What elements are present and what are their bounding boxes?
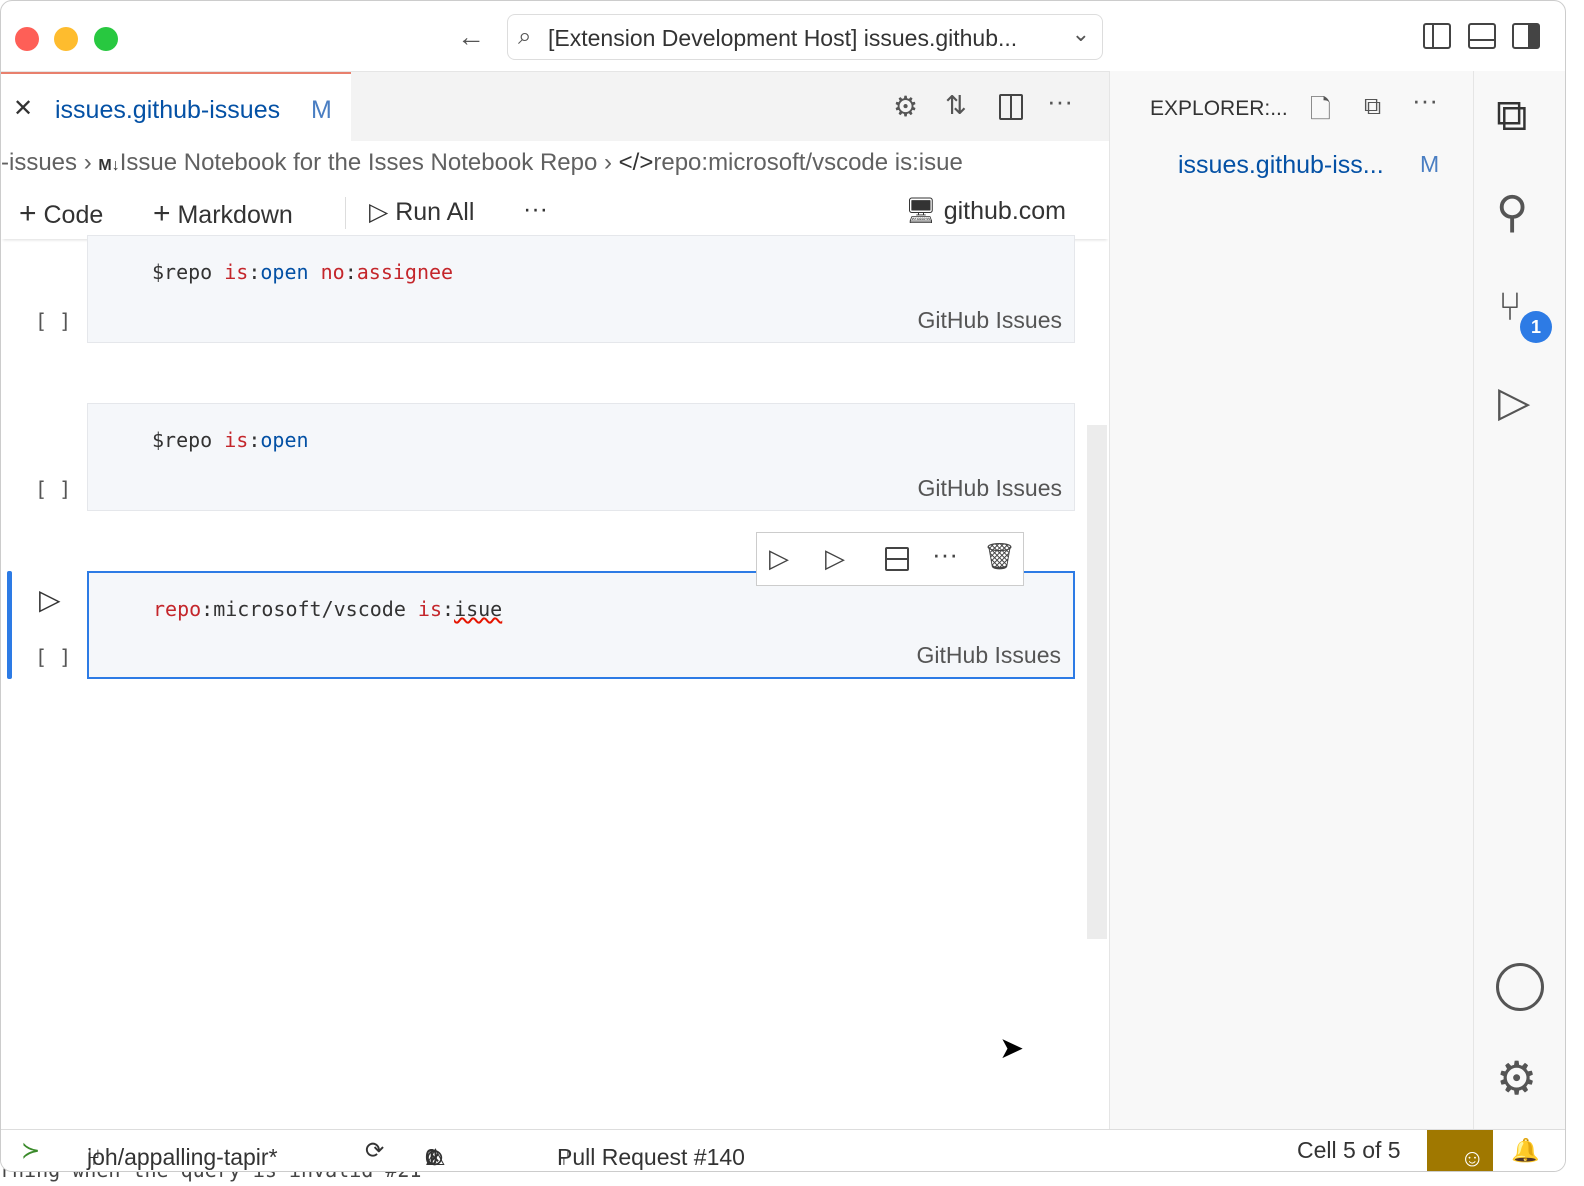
button-label: Markdown bbox=[177, 201, 293, 229]
command-center[interactable]: ⌕ [Extension Development Host] issues.gi… bbox=[507, 14, 1103, 60]
modified-badge: M bbox=[311, 96, 332, 124]
status-bar: ≻ ⑂ joh/appalling-tapir* ⟳ ⊗ 1 ⚠ 0 ⑂ Pul… bbox=[1, 1129, 1565, 1172]
markdown-icon: M↓ bbox=[98, 157, 120, 174]
cell-language[interactable]: GitHub Issues bbox=[918, 475, 1062, 502]
notebook-toolbar: + Code + Markdown ▷ Run All ··· 🖥 github… bbox=[1, 193, 1109, 239]
copilot-button[interactable]: ☺ bbox=[1427, 1130, 1493, 1172]
cell-language[interactable]: GitHub Issues bbox=[918, 307, 1062, 334]
notebook-cell[interactable]: $repo is:open GitHub Issues bbox=[87, 403, 1075, 511]
cell-code[interactable]: $repo is:open no:assignee bbox=[152, 260, 453, 284]
source-control-icon[interactable]: ⑂ bbox=[1498, 285, 1522, 330]
more-icon[interactable]: ··· bbox=[932, 539, 958, 570]
editor-scrollbar[interactable] bbox=[1087, 425, 1107, 939]
toggle-secondary-sidebar-icon[interactable] bbox=[1512, 23, 1540, 49]
breadcrumb-item[interactable]: -issues bbox=[1, 149, 77, 176]
tab-issues-github-issues[interactable]: ✕ issues.github-issues M bbox=[1, 72, 351, 142]
run-all-icon: ▷ bbox=[369, 198, 389, 226]
minimize-window-button[interactable] bbox=[54, 27, 78, 51]
run-cell-icon[interactable]: ▷ bbox=[39, 583, 61, 616]
explorer-title: EXPLORER:... bbox=[1150, 97, 1288, 120]
plus-icon: + bbox=[153, 197, 171, 230]
notifications-bell-icon[interactable]: 🔔 bbox=[1511, 1137, 1540, 1164]
kernel-label: github.com bbox=[943, 197, 1066, 225]
cell-language[interactable]: GitHub Issues bbox=[917, 642, 1061, 669]
cell-code[interactable]: repo:microsoft/vscode is:isue bbox=[153, 597, 502, 621]
vscode-window: ← ⌕ [Extension Development Host] issues.… bbox=[0, 0, 1566, 1172]
warning-count: 0 bbox=[425, 1144, 438, 1170]
pr-label: Pull Request #140 bbox=[557, 1144, 745, 1170]
code-icon: </> bbox=[618, 149, 654, 176]
toolbar-divider bbox=[345, 197, 346, 229]
modified-badge: M bbox=[1420, 151, 1440, 177]
toggle-primary-sidebar-icon[interactable] bbox=[1423, 23, 1451, 49]
delete-cell-icon[interactable]: 🗑 bbox=[983, 541, 1016, 572]
toolbar-more-button[interactable]: ··· bbox=[523, 195, 548, 224]
search-icon[interactable]: ⚲ bbox=[1496, 187, 1528, 238]
breadcrumb-item[interactable]: repo:microsoft/vscode is:isue bbox=[653, 149, 962, 176]
accounts-icon[interactable] bbox=[1496, 963, 1544, 1011]
copilot-icon: ☺ bbox=[1460, 1145, 1485, 1172]
editor-tab-bar: ✕ issues.github-issues M ⚙ ⇅ ··· bbox=[1, 71, 1109, 142]
kernel-picker[interactable]: 🖥 github.com bbox=[905, 197, 1066, 226]
button-label: Code bbox=[43, 201, 104, 229]
execution-count: [ ] bbox=[35, 645, 72, 669]
button-label: Run All bbox=[395, 198, 475, 226]
scm-badge: 1 bbox=[1520, 311, 1552, 343]
add-code-cell-button[interactable]: + Code bbox=[19, 197, 103, 231]
server-icon: 🖥 bbox=[905, 197, 937, 225]
execution-count: [ ] bbox=[35, 309, 72, 333]
compare-changes-icon[interactable]: ⇅ bbox=[945, 90, 967, 121]
notebook-cell-focused[interactable]: repo:microsoft/vscode is:isue GitHub Iss… bbox=[87, 571, 1075, 679]
chevron-right-icon: › bbox=[603, 149, 619, 176]
split-cell-icon[interactable] bbox=[885, 547, 909, 571]
mouse-cursor: ➤ bbox=[999, 1032, 1025, 1065]
explorer-icon[interactable]: ⧉ bbox=[1496, 91, 1527, 141]
chevron-right-icon: › bbox=[83, 149, 99, 176]
explorer-panel: EXPLORER:... 🗋 ⧉ ··· issues.github-iss..… bbox=[1109, 71, 1473, 1129]
toggle-panel-icon[interactable] bbox=[1468, 23, 1496, 49]
execution-count: [ ] bbox=[35, 477, 72, 501]
close-window-button[interactable] bbox=[15, 27, 39, 51]
more-actions-icon[interactable]: ··· bbox=[1047, 86, 1073, 117]
cell-position[interactable]: Cell 5 of 5 bbox=[1297, 1137, 1401, 1164]
window-title: [Extension Development Host] issues.gith… bbox=[548, 25, 1018, 51]
breadcrumb: -issues › M↓Issue Notebook for the Isses… bbox=[1, 149, 963, 177]
collapse-all-icon[interactable]: ⧉ bbox=[1364, 93, 1381, 121]
back-arrow-icon[interactable]: ← bbox=[457, 21, 485, 53]
zoom-window-button[interactable] bbox=[94, 27, 118, 51]
branch-name: joh/appalling-tapir* bbox=[87, 1144, 278, 1170]
focused-cell-indicator bbox=[7, 571, 12, 679]
split-editor-icon[interactable] bbox=[999, 94, 1023, 120]
activity-bar: ⧉ ⚲ ⑂ 1 ▷ ⚙ bbox=[1473, 71, 1565, 1129]
more-actions-icon[interactable]: ··· bbox=[1412, 85, 1438, 116]
cell-toolbar: ▷ ▷ ··· 🗑 bbox=[756, 532, 1024, 586]
cell-code[interactable]: $repo is:open bbox=[152, 428, 309, 452]
run-debug-icon[interactable]: ▷ bbox=[1498, 377, 1530, 426]
remote-icon[interactable]: ≻ bbox=[21, 1137, 40, 1164]
gear-icon[interactable]: ⚙ bbox=[893, 90, 918, 123]
settings-gear-icon[interactable]: ⚙ bbox=[1496, 1051, 1537, 1105]
search-icon: ⌕ bbox=[518, 23, 532, 50]
tab-label: issues.github-issues bbox=[55, 96, 281, 124]
chevron-down-icon: ⌄ bbox=[1071, 21, 1090, 46]
run-all-button[interactable]: ▷ Run All bbox=[369, 197, 474, 227]
execute-below-icon[interactable]: ▷ bbox=[825, 543, 845, 574]
explorer-file-item[interactable]: issues.github-iss... bbox=[1178, 151, 1384, 180]
breadcrumb-item[interactable]: Issue Notebook for the Isses Notebook Re… bbox=[120, 149, 598, 176]
sync-icon[interactable]: ⟳ bbox=[365, 1137, 384, 1164]
notebook-cell[interactable]: $repo is:open no:assignee GitHub Issues bbox=[87, 235, 1075, 343]
close-icon[interactable]: ✕ bbox=[13, 94, 33, 123]
plus-icon: + bbox=[19, 197, 37, 230]
execute-above-icon[interactable]: ▷ bbox=[769, 543, 789, 574]
add-markdown-cell-button[interactable]: + Markdown bbox=[153, 197, 293, 231]
new-file-icon[interactable]: 🗋 bbox=[1310, 91, 1331, 135]
